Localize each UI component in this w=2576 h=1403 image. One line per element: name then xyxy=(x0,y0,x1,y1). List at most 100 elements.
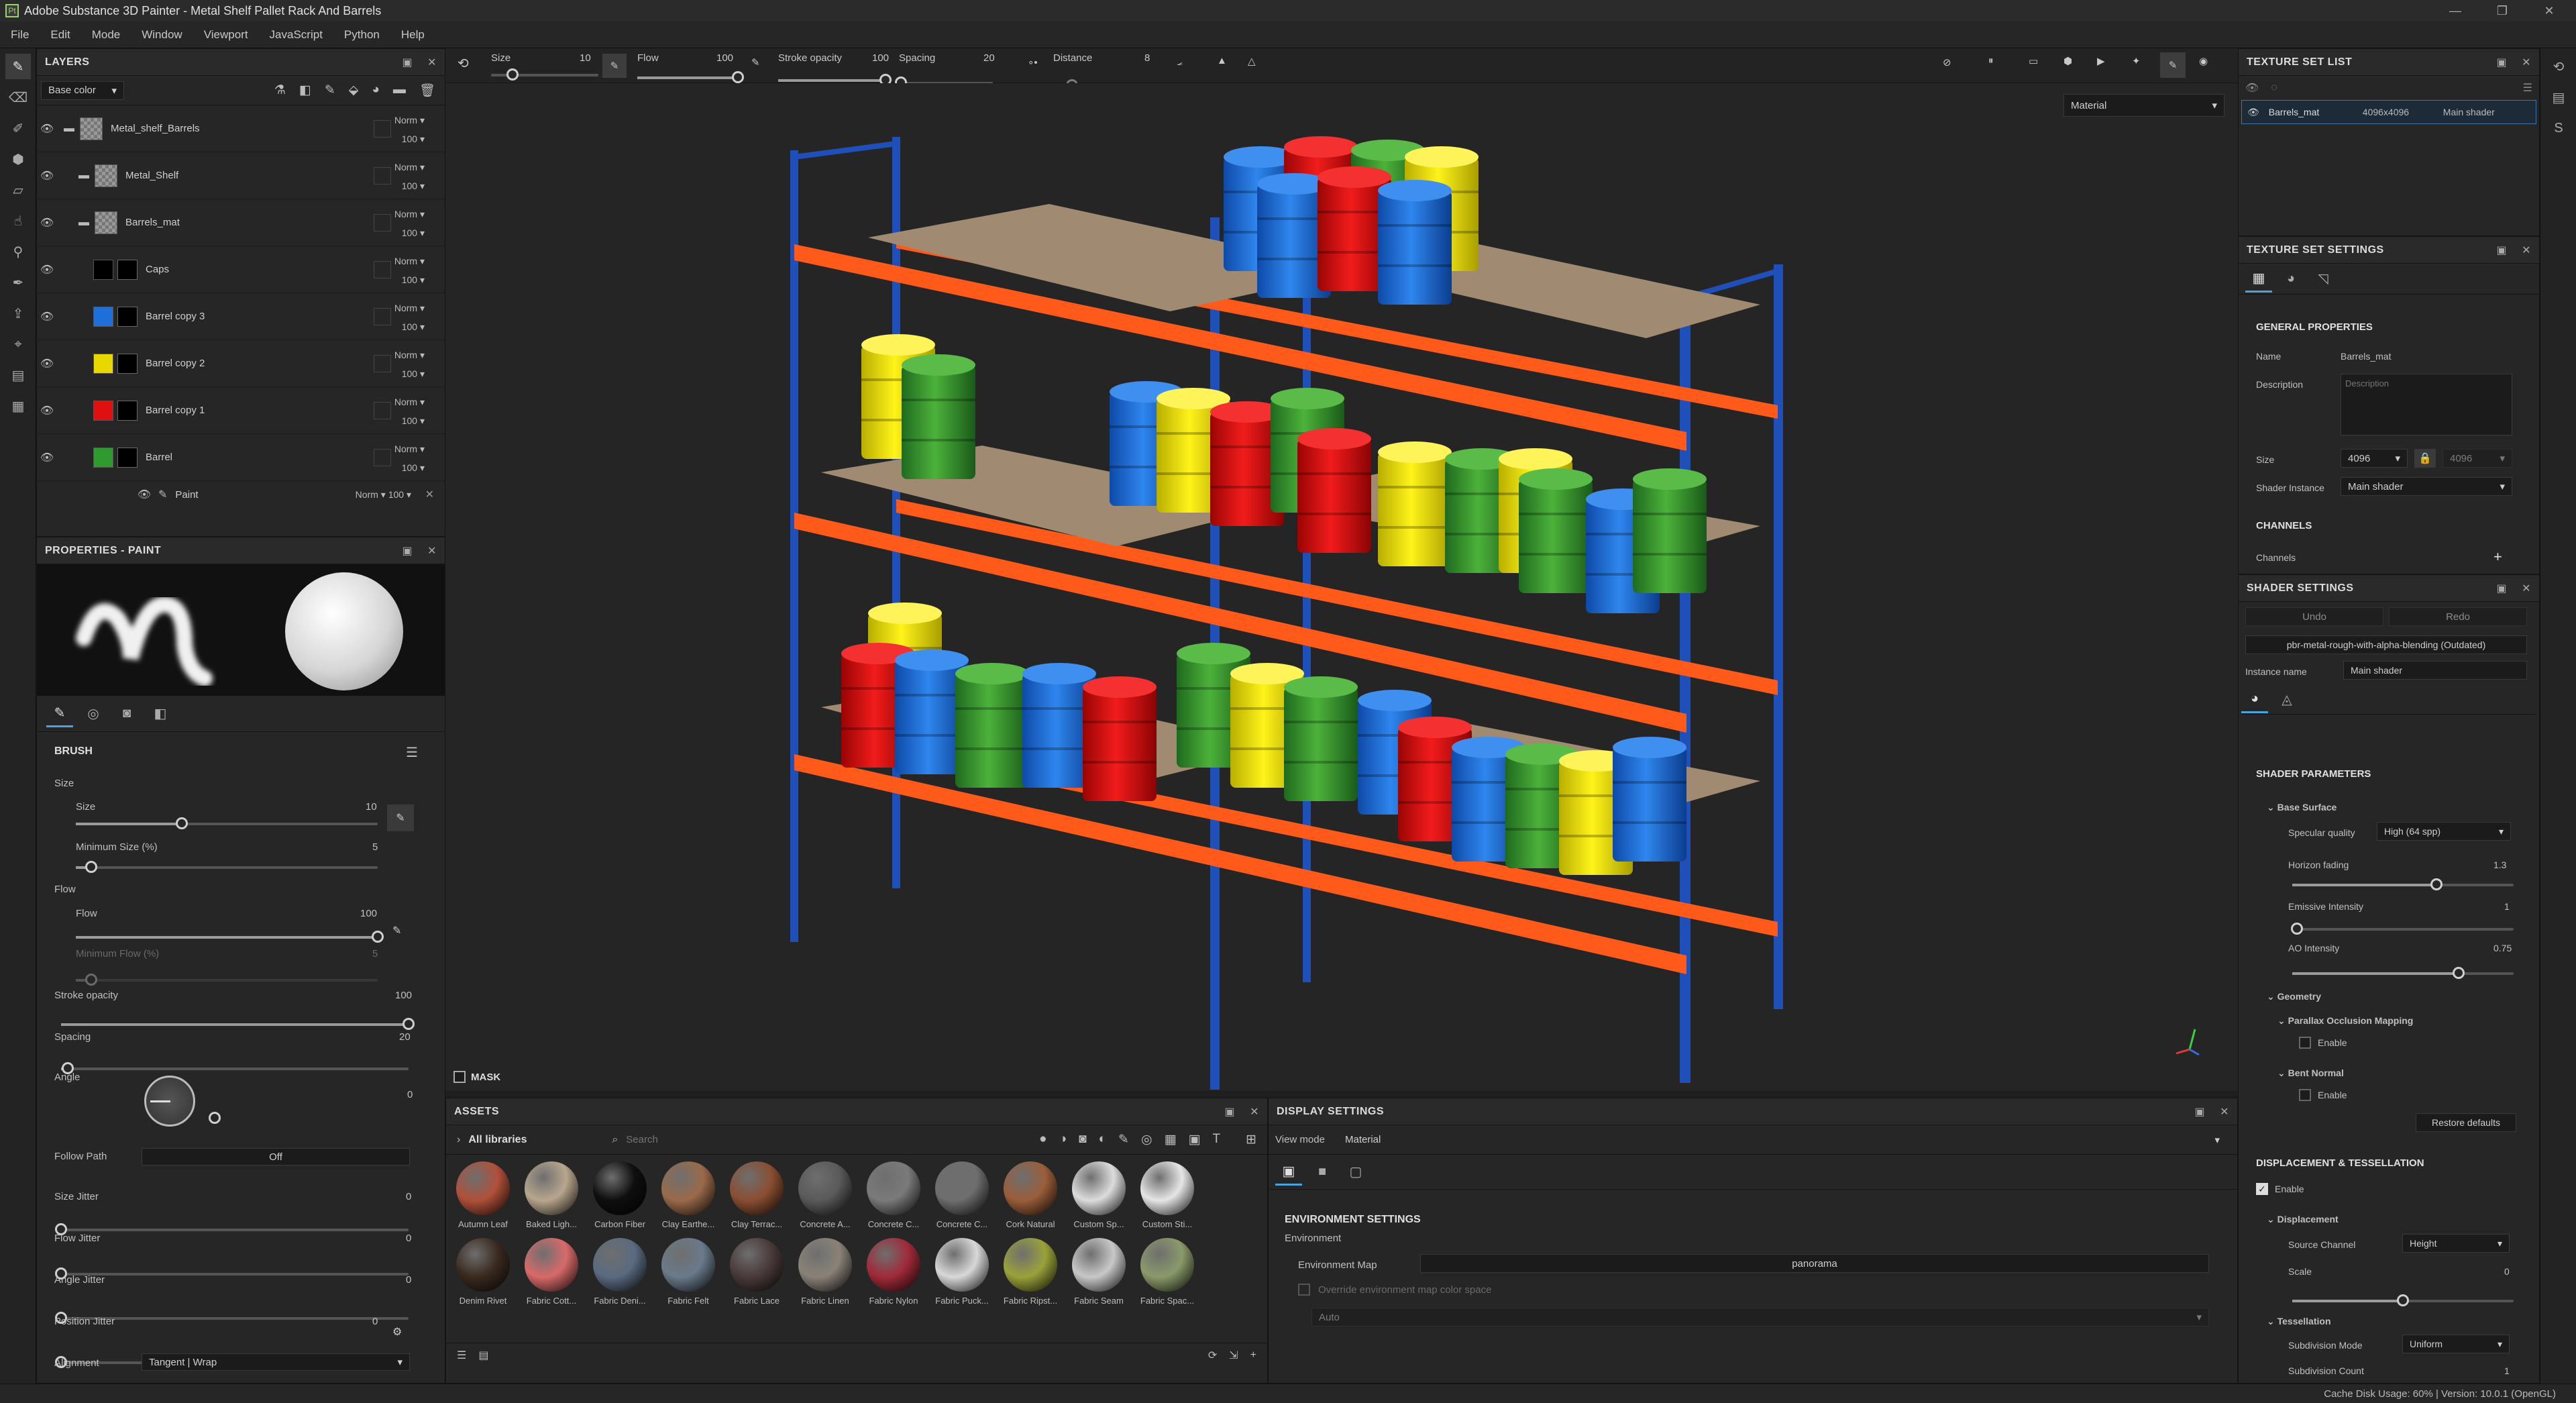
filter-image-icon[interactable]: ▣ xyxy=(1189,1132,1201,1147)
color-picker-icon[interactable]: ✒ xyxy=(5,270,31,295)
visibility-eye-icon[interactable]: 👁 xyxy=(37,357,57,370)
bake-icon[interactable]: ⇪ xyxy=(5,301,31,326)
asset-tile[interactable]: Fabric Spac... xyxy=(1137,1238,1197,1306)
folder-icon[interactable]: ▬ xyxy=(78,217,89,229)
texture-set-item[interactable]: 👁 Barrels_mat 4096x4096 Main shader xyxy=(2241,100,2536,124)
menu-mode[interactable]: Mode xyxy=(81,28,131,42)
pen-pressure-icon[interactable]: ✎ xyxy=(387,804,414,831)
substance-s-icon[interactable]: S xyxy=(2546,115,2571,141)
horizon-slider[interactable] xyxy=(2292,878,2514,890)
view-mode-dropdown[interactable]: Material ▾ xyxy=(1338,1131,2226,1149)
visibility-eye-icon[interactable]: 👁 xyxy=(37,451,57,464)
asset-tile[interactable]: Fabric Linen xyxy=(795,1238,855,1306)
asset-tile[interactable]: Fabric Cott... xyxy=(521,1238,582,1306)
geometry-group[interactable]: ⌄ Geometry xyxy=(2267,991,2321,1002)
undock-icon[interactable]: ▣ xyxy=(402,56,413,69)
add-mask-icon[interactable]: ◧ xyxy=(299,83,311,99)
layer-row[interactable]: 👁 Barrel Norm ▾ 100 ▾ xyxy=(37,434,445,481)
folder-icon[interactable]: ▬ xyxy=(78,170,89,182)
layer-color-box[interactable] xyxy=(374,261,391,278)
visibility-eye-icon[interactable]: 👁 xyxy=(37,122,57,136)
layer-row[interactable]: 👁 Barrel copy 1 Norm ▾ 100 ▾ xyxy=(37,387,445,434)
menu-file[interactable]: File xyxy=(0,28,40,42)
filter-text-icon[interactable]: T xyxy=(1212,1132,1220,1147)
angle-dial[interactable] xyxy=(144,1076,195,1127)
stroke-opacity-slider[interactable] xyxy=(61,1018,415,1030)
specular-dropdown[interactable]: High (64 spp) ▾ xyxy=(2377,822,2511,841)
refresh-icon[interactable]: ⟳ xyxy=(1208,1349,1217,1362)
layer-color-box[interactable] xyxy=(374,120,391,138)
restore-icon[interactable]: ❐ xyxy=(2475,0,2529,21)
close-panel-icon[interactable]: ✕ xyxy=(2522,244,2531,257)
mask-checkbox[interactable] xyxy=(453,1071,466,1083)
asset-search-input[interactable] xyxy=(626,1129,895,1150)
layer-blend[interactable]: Norm xyxy=(394,444,417,454)
export-icon[interactable]: ▦ xyxy=(5,393,31,419)
asset-tile[interactable]: Fabric Felt xyxy=(658,1238,718,1306)
toolbar-stroke-opacity-slider[interactable] xyxy=(778,74,892,86)
bent-normal-group[interactable]: ⌄ Bent Normal xyxy=(2277,1068,2344,1079)
visibility-eye-icon[interactable]: 👁 xyxy=(37,263,57,276)
spacing-slider[interactable] xyxy=(61,1062,409,1074)
paint-blend[interactable]: Norm xyxy=(356,489,378,500)
layer-color-box[interactable] xyxy=(374,308,391,325)
material-tab-icon[interactable]: ◧ xyxy=(147,700,174,727)
instance-name-input[interactable]: Main shader xyxy=(2343,661,2527,680)
redo-button[interactable]: Redo xyxy=(2389,607,2527,626)
layer-blend[interactable]: Norm xyxy=(394,256,417,266)
viewer-tab-icon[interactable]: ▢ xyxy=(1342,1159,1369,1186)
history-icon[interactable]: ⟲ xyxy=(2546,54,2571,79)
min-size-slider[interactable] xyxy=(76,861,378,873)
asset-tile[interactable]: Denim Rivet xyxy=(453,1238,513,1306)
iray-icon[interactable]: ✦ xyxy=(2132,55,2141,67)
asset-tile[interactable]: Cork Natural xyxy=(1000,1161,1061,1229)
show-all-icon[interactable]: 👁 xyxy=(2245,81,2259,95)
undock-icon[interactable]: ▣ xyxy=(402,544,413,558)
layer-color-box[interactable] xyxy=(374,214,391,231)
menu-javascript[interactable]: JavaScript xyxy=(259,28,333,42)
stencil-tab-icon[interactable]: ◙ xyxy=(113,700,140,727)
asset-tile[interactable]: Concrete C... xyxy=(932,1161,992,1229)
add-folder-icon[interactable]: ▬ xyxy=(393,83,406,99)
filter-smart-material-icon[interactable]: ◑ xyxy=(1059,1132,1067,1147)
subdiv-mode-dropdown[interactable]: Uniform ▾ xyxy=(2402,1335,2510,1353)
filter-grid-icon[interactable]: ▦ xyxy=(1165,1132,1177,1147)
add-paint-layer-icon[interactable]: ✎ xyxy=(325,83,335,99)
remove-icon[interactable]: ✕ xyxy=(425,488,434,501)
override-color-space[interactable]: Override environment map color space xyxy=(1298,1284,1491,1296)
alpha-tab-icon[interactable]: ◎ xyxy=(80,700,107,727)
layer-opacity[interactable]: 100 xyxy=(402,180,417,191)
displacement-enable-checkbox[interactable]: ✓ xyxy=(2256,1183,2268,1195)
visibility-eye-icon[interactable]: 👁 xyxy=(37,404,57,417)
import-icon[interactable]: ⇲ xyxy=(1229,1349,1238,1362)
layer-color-box[interactable] xyxy=(374,355,391,372)
viewport-3d[interactable]: Material ▾ MASK xyxy=(445,83,2238,1091)
close-panel-icon[interactable]: ✕ xyxy=(1250,1105,1259,1119)
asset-tile[interactable]: Clay Earthe... xyxy=(658,1161,718,1229)
expand-icon[interactable]: › xyxy=(457,1134,460,1146)
minimize-icon[interactable]: — xyxy=(2428,0,2482,21)
layer-row[interactable]: 👁 Barrel copy 2 Norm ▾ 100 ▾ xyxy=(37,340,445,387)
menu-help[interactable]: Help xyxy=(390,28,435,42)
lazy-mouse-icon[interactable]: ∘• xyxy=(1028,56,1038,68)
layer-color-box[interactable] xyxy=(374,167,391,185)
layer-row[interactable]: 👁 ▬ Metal_shelf_Barrels Norm ▾ 100 ▾ xyxy=(37,105,445,152)
pause-icon[interactable]: ⏸ xyxy=(1988,55,1994,66)
menu-python[interactable]: Python xyxy=(333,28,390,42)
description-input[interactable] xyxy=(2341,374,2512,435)
paint-sublayer[interactable]: 👁 ✎ Paint Norm ▾ 100 ▾ ✕ xyxy=(37,481,445,508)
close-window-icon[interactable]: ✕ xyxy=(2522,0,2576,21)
cube-view-icon[interactable]: ⬢ xyxy=(2063,55,2072,67)
toolbar-size-slider[interactable] xyxy=(491,68,598,81)
undock-icon[interactable]: ▣ xyxy=(2496,56,2507,69)
delete-layer-icon[interactable]: 🗑 xyxy=(419,83,435,99)
tsl-menu-icon[interactable]: ☰ xyxy=(2523,81,2532,95)
size-width-dropdown[interactable]: 4096 ▾ xyxy=(2341,449,2408,468)
displacement-group[interactable]: ⌄ Displacement xyxy=(2267,1214,2339,1225)
camera-tab-icon[interactable]: ■ xyxy=(1309,1159,1336,1186)
layer-blend[interactable]: Norm xyxy=(394,303,417,313)
measure-icon[interactable]: ⌖ xyxy=(5,331,31,357)
visibility-eye-icon[interactable]: 👁 xyxy=(134,488,154,501)
add-asset-icon[interactable]: + xyxy=(1250,1349,1256,1361)
menu-window[interactable]: Window xyxy=(131,28,193,42)
